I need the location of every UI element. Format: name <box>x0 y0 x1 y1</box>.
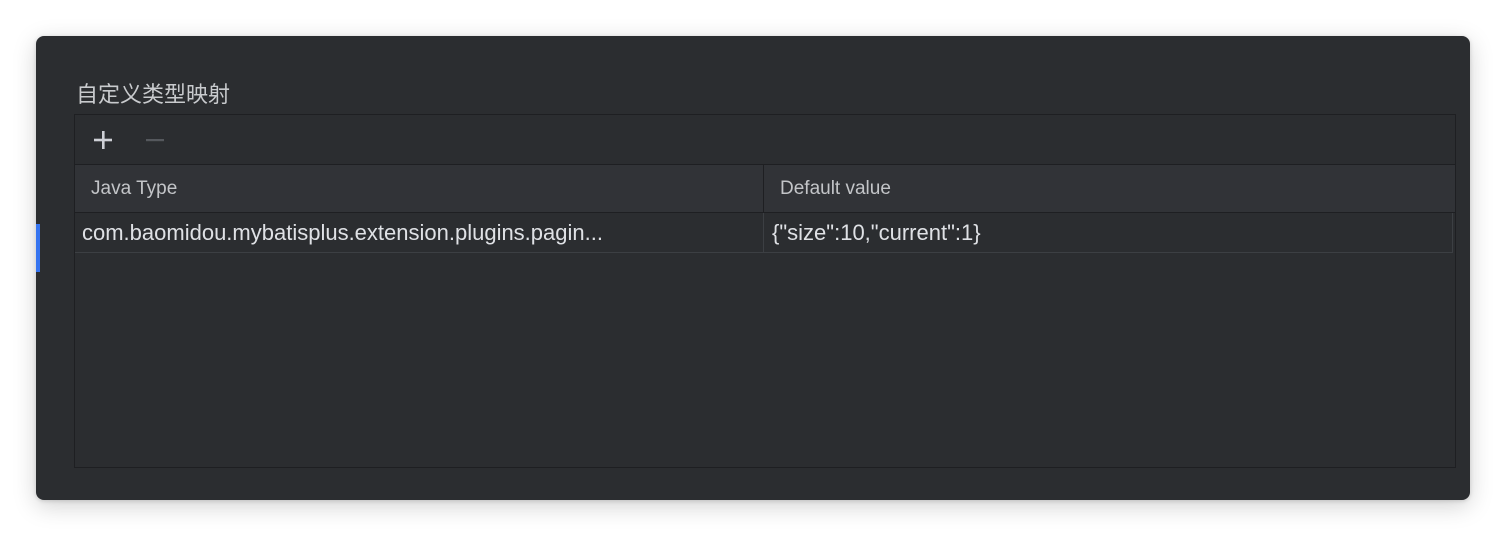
section-title: 自定义类型映射 <box>76 83 231 108</box>
plus-icon <box>94 130 112 149</box>
default-value-cell[interactable]: {"size":10,"current":1} <box>764 213 1453 252</box>
table-header: Java Type Default value <box>75 165 1455 213</box>
focus-indicator <box>36 224 40 272</box>
add-row-button[interactable] <box>90 127 116 153</box>
remove-row-button[interactable] <box>142 127 168 153</box>
table-row[interactable]: com.baomidou.mybatisplus.extension.plugi… <box>75 213 1453 253</box>
custom-type-mapping-panel: 自定义类型映射 Java Type Default value com.baom… <box>36 36 1470 500</box>
minus-icon <box>146 138 164 141</box>
column-header-default-value[interactable]: Default value <box>764 165 1455 212</box>
type-mapping-table: Java Type Default value com.baomidou.myb… <box>74 114 1456 468</box>
table-toolbar <box>75 115 1455 165</box>
column-header-java-type[interactable]: Java Type <box>75 165 764 212</box>
java-type-cell[interactable]: com.baomidou.mybatisplus.extension.plugi… <box>75 213 764 252</box>
